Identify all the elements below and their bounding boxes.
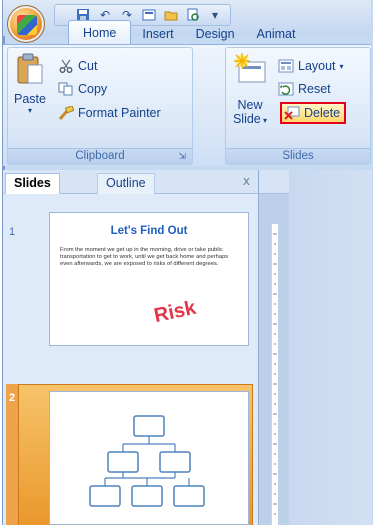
layout-label: Layout: [298, 59, 336, 73]
reset-button[interactable]: Reset: [278, 79, 331, 99]
layout-button[interactable]: Layout ▾: [278, 56, 344, 76]
close-icon[interactable]: x: [243, 174, 250, 188]
format-painter-button[interactable]: Format Painter: [58, 103, 161, 123]
tab-animations[interactable]: Animat: [246, 23, 307, 46]
office-button[interactable]: [7, 5, 45, 43]
slide-body-text: From the moment we get up in the morning…: [60, 247, 229, 267]
tab-home[interactable]: Home: [68, 20, 132, 46]
tab-slides[interactable]: Slides: [5, 173, 60, 194]
tab-outline[interactable]: Outline: [97, 173, 155, 194]
reset-label: Reset: [298, 82, 331, 96]
paintbrush-icon: [58, 105, 74, 121]
paste-button[interactable]: Paste ▾: [12, 52, 48, 136]
ribbon: Paste ▾ Cut Copy Format Painter Clipboar…: [3, 44, 371, 166]
scissors-icon: [58, 58, 74, 74]
slide-thumbnail-1[interactable]: Let's Find Out From the moment we get up…: [49, 212, 249, 346]
tab-design[interactable]: Design: [185, 23, 246, 46]
slides-group-label: Slides: [226, 148, 370, 164]
layout-dropdown-icon: ▾: [339, 61, 344, 71]
slides-pane: Slides Outline x 1 Let's Find Out From t…: [3, 170, 258, 525]
layout-icon: [278, 58, 294, 74]
new-slide-label-row: Slide ▾: [228, 112, 272, 126]
slide-risk-word: Risk: [152, 296, 198, 328]
new-slide-label-line1: New: [237, 98, 263, 112]
paste-icon: [17, 53, 43, 84]
delete-button[interactable]: Delete: [280, 102, 347, 124]
clipboard-label-text: Clipboard: [75, 150, 125, 162]
office-logo-icon: [17, 15, 37, 35]
vertical-ruler: [271, 224, 278, 525]
delete-label: Delete: [304, 106, 341, 120]
slide-number: 1: [9, 226, 16, 238]
cut-button[interactable]: Cut: [58, 56, 97, 76]
paste-dropdown-icon: ▾: [27, 106, 32, 115]
delete-slide-icon: [284, 105, 300, 121]
slide-editing-area: [258, 170, 372, 525]
slide-number: 2: [9, 392, 16, 404]
reset-icon: [278, 81, 294, 97]
new-slide-label-line2: Slide: [232, 112, 261, 126]
slide-thumbnail-2[interactable]: [49, 391, 249, 525]
slide-canvas[interactable]: [289, 170, 372, 525]
pane-tabs: Slides Outline x: [3, 170, 258, 194]
clipboard-group-label: Clipboard ⇲: [8, 148, 192, 164]
hierarchy-diagram-icon: [89, 415, 205, 507]
dialog-launcher-icon[interactable]: ⇲: [178, 149, 186, 164]
ribbon-tabs: Home Insert Design Animat: [68, 20, 306, 46]
cut-label: Cut: [78, 59, 98, 73]
new-slide-icon: [234, 53, 266, 83]
tab-insert[interactable]: Insert: [131, 23, 184, 46]
format-painter-label: Format Painter: [78, 106, 161, 120]
slide-list: 1 Let's Find Out From the moment we get …: [3, 194, 258, 525]
new-slide-button[interactable]: New Slide ▾: [228, 52, 272, 142]
slide-title: Let's Find Out: [110, 225, 188, 237]
paste-label: Paste: [14, 92, 46, 106]
new-slide-dropdown-icon: ▾: [260, 116, 268, 125]
slides-group: New Slide ▾ Layout ▾ Reset Delete Slides: [225, 47, 371, 165]
copy-label: Copy: [78, 82, 108, 96]
copy-button[interactable]: Copy: [58, 79, 107, 99]
copy-icon: [58, 81, 74, 97]
clipboard-group: Paste ▾ Cut Copy Format Painter Clipboar…: [7, 47, 193, 165]
